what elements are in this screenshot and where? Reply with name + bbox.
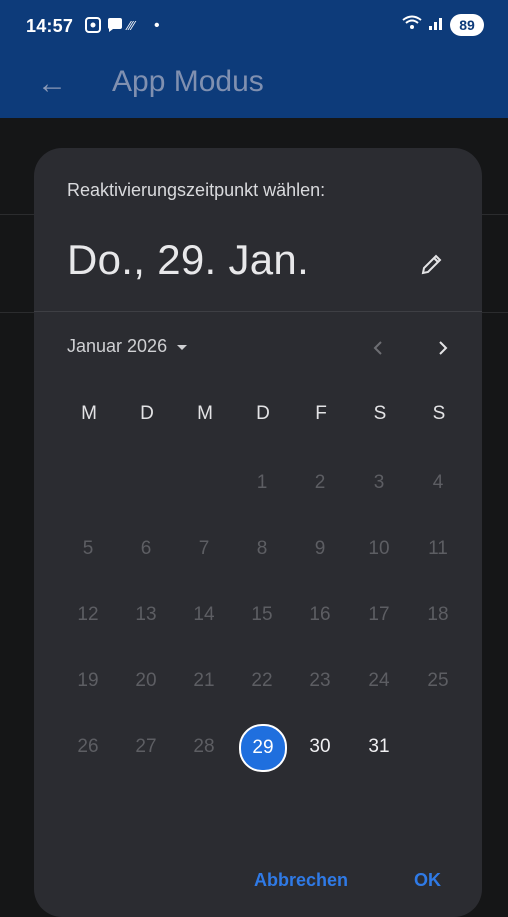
dropdown-arrow-icon (175, 336, 189, 357)
dot-icon: • (154, 17, 160, 34)
calendar-day: 17 (368, 604, 390, 625)
edit-date-button[interactable] (410, 244, 454, 288)
calendar-day: 14 (193, 604, 215, 625)
calendar-day: 5 (82, 538, 94, 559)
calendar-day: 9 (314, 538, 326, 559)
calendar-day: 10 (368, 538, 390, 559)
battery-indicator: 89 (450, 14, 484, 36)
calendar-day: 7 (198, 538, 210, 559)
date-picker-dialog: Reaktivierungszeitpunkt wählen: Do., 29.… (34, 148, 482, 917)
back-button[interactable]: ← (30, 62, 74, 106)
calendar-day: 24 (368, 670, 390, 691)
calendar-day: 28 (193, 736, 215, 757)
calendar-day: 19 (77, 670, 99, 691)
weekday-label: D (256, 403, 270, 424)
calendar-day: 6 (140, 538, 152, 559)
signal-bars-icon: ⁄⁄⁄ (128, 18, 135, 33)
weekday-label: D (140, 403, 154, 424)
calendar-day: 21 (193, 670, 215, 691)
calendar-day: 27 (135, 736, 157, 757)
month-label: Januar 2026 (67, 336, 168, 356)
pencil-icon (420, 252, 444, 281)
calendar-day: 3 (373, 472, 385, 493)
weekday-label: M (197, 403, 213, 424)
dialog-title: Reaktivierungszeitpunkt wählen: (67, 180, 326, 200)
calendar-day: 12 (77, 604, 99, 625)
screen: 14:57 ⁄⁄⁄ • 89 ← App Modus Reaktivierung… (0, 0, 508, 917)
previous-month-button[interactable] (362, 334, 394, 366)
weekday-label: S (432, 403, 446, 424)
weekday-label: F (315, 403, 327, 424)
calendar-day: 20 (135, 670, 157, 691)
app-bar: ← App Modus (0, 52, 508, 118)
chevron-right-icon (436, 339, 450, 362)
page-title: App Modus (112, 65, 264, 98)
chat-icon (106, 16, 124, 40)
header-divider (34, 311, 482, 312)
calendar-day: 15 (251, 604, 273, 625)
cellular-icon (428, 15, 444, 36)
ok-button[interactable]: OK (414, 870, 441, 891)
calendar-day: 2 (314, 472, 326, 493)
wifi-icon (402, 15, 422, 36)
calendar-day: 4 (432, 472, 444, 493)
calendar-day: 1 (256, 472, 268, 493)
calendar-day: 11 (428, 538, 448, 559)
weekday-label: M (81, 403, 97, 424)
screenshot-icon (84, 16, 102, 40)
calendar-day: 8 (256, 538, 268, 559)
arrow-left-icon: ← (37, 67, 67, 100)
weekday-label: S (373, 403, 387, 424)
calendar-day: 25 (427, 670, 449, 691)
status-time: 14:57 (26, 16, 74, 36)
selected-day[interactable]: 29 (239, 724, 287, 772)
calendar-day[interactable]: 30 (297, 724, 343, 770)
status-bar: 14:57 ⁄⁄⁄ • 89 (0, 0, 508, 52)
calendar-day: 22 (251, 670, 273, 691)
calendar-day: 16 (309, 604, 331, 625)
cancel-button[interactable]: Abbrechen (254, 870, 348, 891)
status-right: 89 (402, 14, 484, 36)
calendar-day: 13 (135, 604, 157, 625)
calendar-day[interactable]: 31 (356, 724, 402, 770)
calendar-day: 18 (427, 604, 449, 625)
calendar-day: 23 (309, 670, 331, 691)
calendar-day: 26 (77, 736, 99, 757)
next-month-button[interactable] (427, 334, 459, 366)
selected-date-headline: Do., 29. Jan. (67, 236, 310, 283)
chevron-left-icon (371, 339, 385, 362)
month-year-selector[interactable]: Januar 2026 (67, 336, 189, 357)
